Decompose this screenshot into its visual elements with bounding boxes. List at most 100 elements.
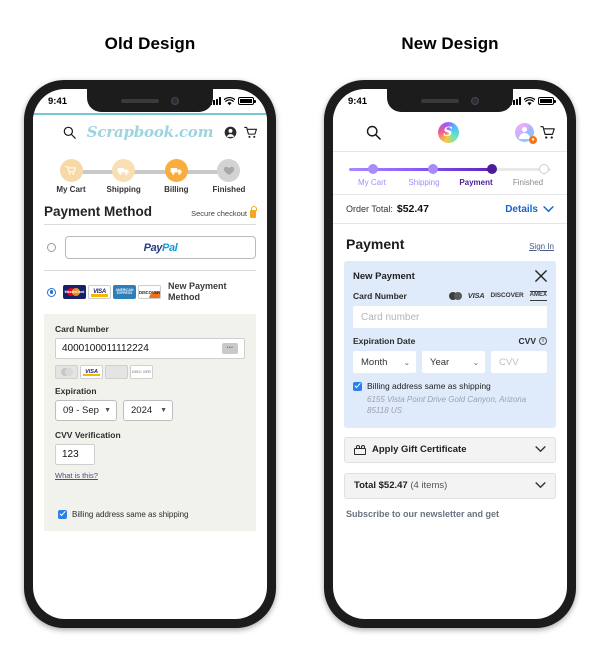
page-title: Payment	[346, 236, 405, 252]
billing-checkbox-label: Billing address same as shipping	[367, 381, 491, 391]
step-finished[interactable]: Finished	[205, 159, 253, 194]
paypal-radio[interactable]	[47, 243, 56, 252]
new-payment-method-row[interactable]: MasterCard VISA AMERICAN EXPRESS DISCOVER…	[44, 271, 256, 312]
close-icon[interactable]	[535, 270, 547, 282]
card-number-placeholder: Card number	[361, 311, 420, 323]
card-number-label: Card Number	[353, 291, 407, 301]
progress-dot-my-cart[interactable]	[368, 164, 379, 174]
paypal-button[interactable]: PayPal	[65, 236, 256, 259]
new-progress-steps: My Cart Shipping Payment Finished	[333, 152, 567, 194]
expiration-month-select[interactable]: Month ⌄	[353, 351, 416, 373]
paypal-option-row[interactable]: PayPal	[44, 225, 256, 270]
sign-in-link[interactable]: Sign In	[529, 242, 554, 251]
chevron-down-icon	[543, 205, 554, 212]
progress-dot-finished[interactable]	[538, 164, 549, 174]
step-label-my-cart[interactable]: My Cart	[346, 178, 398, 187]
step-shipping[interactable]: Shipping	[100, 159, 148, 194]
card-number-input[interactable]: 4000100011112224 •••	[55, 337, 245, 359]
mastercard-icon	[448, 291, 462, 300]
search-icon[interactable]	[366, 125, 381, 140]
order-details-toggle[interactable]: Details	[505, 204, 554, 215]
order-total-bar[interactable]: Order Total: $52.47 Details	[333, 194, 567, 224]
discover-icon-gray: DISC VER	[130, 364, 153, 379]
scrapbook-logo[interactable]: Scrapbook.com	[83, 123, 217, 141]
wifi-icon	[224, 96, 235, 105]
expiration-year-select[interactable]: Year ⌄	[422, 351, 485, 373]
status-time: 9:41	[48, 95, 68, 107]
discover-icon: DISCOVER	[490, 292, 524, 300]
hamburger-menu-icon[interactable]	[42, 127, 56, 137]
new-payment-radio[interactable]	[47, 287, 56, 297]
camera-icon	[471, 96, 479, 105]
secure-checkout-label: Secure checkout	[191, 209, 247, 218]
new-design-column: 9:41 S ● My Cart Shipping Payment Finish…	[300, 80, 600, 628]
speaker-icon	[421, 98, 459, 103]
what-is-this-link[interactable]: What is this?	[55, 471, 98, 480]
gift-certificate-icon	[354, 444, 366, 455]
cart-icon	[59, 159, 83, 182]
billing-checkbox[interactable]	[58, 509, 67, 519]
amex-icon: AMERICAN EXPRESS	[113, 285, 136, 300]
gift-certificate-label: Apply Gift Certificate	[372, 444, 467, 456]
phone-notch	[387, 89, 513, 112]
apply-gift-certificate-row[interactable]: Apply Gift Certificate	[344, 436, 556, 463]
progress-dot-payment[interactable]	[486, 164, 497, 174]
status-icons	[210, 96, 256, 106]
step-billing[interactable]: Billing	[152, 159, 200, 194]
cvv-label: CVV Verification	[55, 429, 121, 440]
step-label-shipping[interactable]: Shipping	[398, 178, 450, 187]
progress-dot-shipping[interactable]	[428, 164, 439, 174]
new-phone-frame: 9:41 S ● My Cart Shipping Payment Finish…	[324, 80, 576, 628]
logo-letter: S	[443, 124, 453, 140]
step-label-finished[interactable]: Finished	[502, 178, 554, 187]
expiration-year-select[interactable]: 2024 ▼	[123, 399, 173, 421]
cvv-value: 123	[62, 448, 79, 460]
total-label: Total $52.47	[354, 480, 408, 492]
heart-icon	[217, 159, 241, 182]
expiration-label: Expiration Date	[353, 336, 416, 346]
billing-same-as-shipping-row[interactable]: Billing address same as shipping	[55, 483, 245, 519]
cvv-input[interactable]: CVV	[491, 351, 547, 373]
new-payment-title: New Payment	[353, 270, 415, 282]
accepted-card-brands: VISA DISCOVER AMEX	[448, 291, 547, 301]
old-app-header: Scrapbook.com	[33, 115, 267, 149]
old-progress-steps: My Cart Shipping Billing Finished	[33, 149, 267, 198]
shopping-cart-icon[interactable]	[244, 126, 258, 139]
step-label-payment[interactable]: Payment	[450, 178, 502, 187]
old-main-content: Payment Method Secure checkout PayPal Ma…	[33, 198, 267, 531]
secure-checkout-note: Secure checkout	[191, 206, 257, 218]
account-avatar-icon[interactable]: ●	[515, 122, 537, 144]
cvv-hint-icon[interactable]: •••	[222, 342, 238, 354]
order-total-label: Order Total:	[346, 204, 393, 214]
scrapbook-s-logo-icon[interactable]: S	[387, 121, 509, 143]
expiration-cvv-inputs: Month ⌄ Year ⌄ CVV	[353, 351, 547, 373]
new-payment-card-header: New Payment	[353, 270, 547, 282]
search-icon[interactable]	[63, 126, 76, 139]
card-entry-form: Card Number 4000100011112224 ••• VISA DI…	[44, 313, 256, 531]
old-phone-screen: 9:41 Scrapbook.com My Cart Shipping Bill…	[33, 89, 267, 619]
card-number-row: Card Number VISA DISCOVER AMEX	[353, 291, 547, 301]
expiration-label: Expiration	[55, 385, 97, 396]
shopping-cart-icon[interactable]	[540, 125, 556, 140]
cvv-input[interactable]: 123	[55, 443, 95, 465]
expiration-month-select[interactable]: 09 - Sep ▼	[55, 399, 117, 421]
discover-icon: DISCOVER	[138, 285, 161, 300]
billing-same-as-shipping-row[interactable]: Billing address same as shipping	[353, 381, 547, 391]
hamburger-menu-icon[interactable]	[344, 127, 360, 137]
order-total-row[interactable]: Total $52.47 (4 items)	[344, 472, 556, 499]
billing-checkbox[interactable]	[353, 381, 362, 391]
account-icon[interactable]	[224, 126, 237, 139]
step-my-cart[interactable]: My Cart	[47, 159, 95, 194]
info-icon[interactable]: i	[539, 337, 547, 345]
old-phone-frame: 9:41 Scrapbook.com My Cart Shipping Bill…	[24, 80, 276, 628]
cvv-label: CVV	[518, 336, 536, 346]
chevron-down-icon	[535, 482, 546, 489]
step-label: Shipping	[106, 185, 141, 194]
lock-icon	[250, 206, 257, 218]
card-number-input[interactable]: Card number	[353, 306, 547, 328]
bell-icon: ●	[529, 135, 537, 144]
paypal-label-pal: Pal	[162, 241, 178, 254]
cvv-placeholder: CVV	[499, 356, 519, 368]
visa-icon: VISA	[88, 285, 111, 300]
payment-section-header: Payment Sign In	[333, 224, 567, 261]
